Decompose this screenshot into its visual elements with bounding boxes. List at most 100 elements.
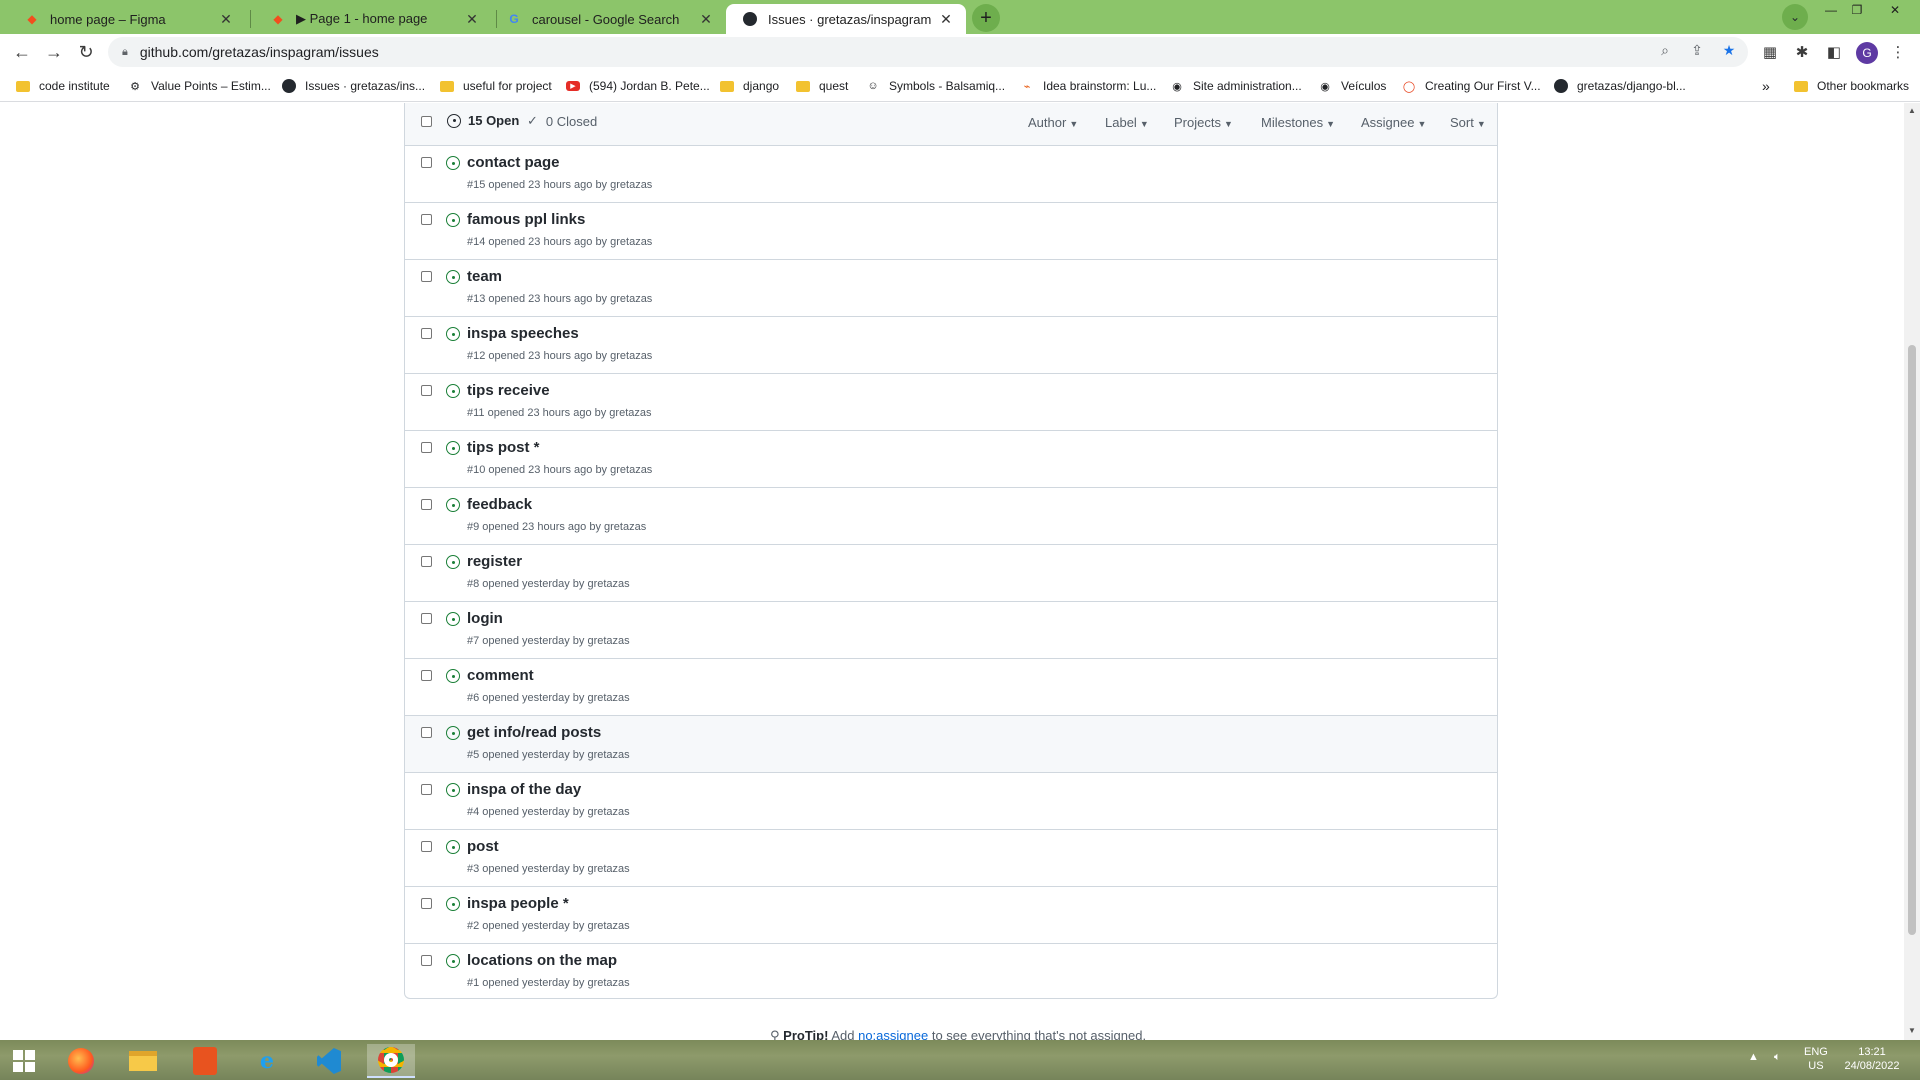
bookmark-django-blog[interactable]: gretazas/django-bl...	[1554, 76, 1686, 96]
issue-title-link[interactable]: team	[467, 268, 502, 285]
forward-button[interactable]: →	[42, 40, 66, 64]
issue-title-link[interactable]: famous ppl links	[467, 211, 585, 228]
issue-checkbox[interactable]	[421, 898, 432, 909]
issue-row[interactable]: tips post * #10 opened 23 hours ago by g…	[405, 431, 1497, 488]
issue-title-link[interactable]: contact page	[467, 154, 560, 171]
issue-row[interactable]: post #3 opened yesterday by gretazas	[405, 830, 1497, 887]
issue-checkbox[interactable]	[421, 841, 432, 852]
issue-row[interactable]: inspa people * #2 opened yesterday by gr…	[405, 887, 1497, 944]
sort-dropdown[interactable]: Sort ▼	[1450, 115, 1486, 130]
side-panel-icon[interactable]: ◧	[1824, 42, 1844, 62]
close-tab-icon[interactable]: ✕	[464, 11, 480, 27]
issue-checkbox[interactable]	[421, 613, 432, 624]
reload-button[interactable]: ↻	[74, 40, 98, 64]
bookmark-idea-brainstorm[interactable]: ⌁ Idea brainstorm: Lu...	[1020, 76, 1157, 96]
share-icon[interactable]: ⇪	[1688, 41, 1706, 59]
browser-tab-github-issues[interactable]: Issues · gretazas/inspagram ✕	[726, 4, 966, 34]
issue-title-link[interactable]: comment	[467, 667, 534, 684]
bookmark-site-administration[interactable]: ◉ Site administration...	[1170, 76, 1302, 96]
show-hidden-icons-chevron-icon[interactable]: ▲	[1748, 1050, 1759, 1064]
tab-search-button[interactable]: ⌄	[1782, 4, 1808, 30]
bookmark-balsamiq-symbols[interactable]: ☺ Symbols - Balsamiq...	[866, 76, 1005, 96]
internet-explorer-taskbar-icon[interactable]: e	[243, 1044, 291, 1078]
issue-checkbox[interactable]	[421, 214, 432, 225]
bookmark-youtube-jordan[interactable]: ▶ (594) Jordan B. Pete...	[566, 76, 710, 96]
issue-title-link[interactable]: post	[467, 838, 499, 855]
volume-icon[interactable]: 🔈︎	[1774, 1050, 1781, 1064]
author-filter-dropdown[interactable]: Author ▼	[1028, 115, 1078, 130]
browser-tab-figma-page1[interactable]: ◆ ▶ Page 1 - home page ✕	[254, 4, 492, 34]
bookmark-value-points[interactable]: ⚙ Value Points – Estim...	[128, 76, 271, 96]
close-tab-icon[interactable]: ✕	[218, 11, 234, 27]
lock-icon[interactable]: 🔒︎	[122, 46, 128, 59]
milestones-filter-dropdown[interactable]: Milestones ▼	[1261, 115, 1335, 130]
vscode-taskbar-icon[interactable]	[305, 1044, 353, 1078]
issue-checkbox[interactable]	[421, 328, 432, 339]
issue-checkbox[interactable]	[421, 955, 432, 966]
issue-title-link[interactable]: login	[467, 610, 503, 627]
issue-title-link[interactable]: register	[467, 553, 522, 570]
issue-row[interactable]: comment #6 opened yesterday by gretazas	[405, 659, 1497, 716]
file-explorer-taskbar-icon[interactable]	[119, 1044, 167, 1078]
bookmark-star-icon[interactable]: ★	[1720, 41, 1738, 59]
issue-title-link[interactable]: tips receive	[467, 382, 550, 399]
issue-checkbox[interactable]	[421, 499, 432, 510]
issue-row[interactable]: register #8 opened yesterday by gretazas	[405, 545, 1497, 602]
label-filter-dropdown[interactable]: Label ▼	[1105, 115, 1149, 130]
bookmark-code-institute[interactable]: code institute	[16, 76, 110, 96]
issue-title-link[interactable]: inspa of the day	[467, 781, 581, 798]
scroll-down-arrow-icon[interactable]: ▼	[1908, 1027, 1916, 1035]
issue-row[interactable]: team #13 opened 23 hours ago by gretazas	[405, 260, 1497, 317]
windows-start-button[interactable]	[0, 1044, 48, 1078]
system-clock[interactable]: 13:21 24/08/2022	[1842, 1045, 1902, 1073]
chrome-taskbar-icon[interactable]	[367, 1044, 415, 1078]
issue-row[interactable]: tips receive #11 opened 23 hours ago by …	[405, 374, 1497, 431]
projects-filter-dropdown[interactable]: Projects ▼	[1174, 115, 1233, 130]
no-assignee-link[interactable]: no:assignee	[858, 1028, 928, 1040]
closed-issues-tab[interactable]: ✓ 0 Closed	[527, 113, 597, 129]
bookmark-veiculos[interactable]: ◉ Veículos	[1318, 76, 1386, 96]
bookmark-creating-first[interactable]: ◯ Creating Our First V...	[1402, 76, 1541, 96]
issue-row[interactable]: login #7 opened yesterday by gretazas	[405, 602, 1497, 659]
close-tab-icon[interactable]: ✕	[938, 11, 954, 27]
close-tab-icon[interactable]: ✕	[698, 11, 714, 27]
assignee-filter-dropdown[interactable]: Assignee ▼	[1361, 115, 1426, 130]
scroll-up-arrow-icon[interactable]: ▲	[1908, 107, 1916, 115]
back-button[interactable]: ←	[10, 40, 34, 64]
open-issues-tab[interactable]: 15 Open	[447, 113, 519, 128]
issue-title-link[interactable]: locations on the map	[467, 952, 617, 969]
issue-checkbox[interactable]	[421, 784, 432, 795]
issue-title-link[interactable]: inspa people *	[467, 895, 569, 912]
issue-title-link[interactable]: tips post *	[467, 439, 540, 456]
close-window-button[interactable]: ✕	[1872, 0, 1918, 20]
extension-grid-icon[interactable]: ▦	[1760, 42, 1780, 62]
issue-title-link[interactable]: feedback	[467, 496, 532, 513]
bookmarks-overflow-chevron-icon[interactable]: »	[1762, 76, 1770, 96]
bookmark-other-bookmarks[interactable]: Other bookmarks	[1794, 76, 1909, 96]
scrollbar-thumb[interactable]	[1908, 345, 1916, 935]
issue-row[interactable]: locations on the map #1 opened yesterday…	[405, 944, 1497, 1001]
issue-checkbox[interactable]	[421, 727, 432, 738]
issue-row[interactable]: get info/read posts #5 opened yesterday …	[405, 716, 1497, 773]
firefox-taskbar-icon[interactable]	[57, 1044, 105, 1078]
office-taskbar-icon[interactable]	[181, 1044, 229, 1078]
zoom-icon[interactable]: ⌕	[1656, 41, 1674, 59]
bookmark-quest[interactable]: quest	[796, 76, 848, 96]
browser-tab-figma-home[interactable]: ◆ home page – Figma ✕	[8, 4, 246, 34]
issue-row[interactable]: feedback #9 opened 23 hours ago by greta…	[405, 488, 1497, 545]
new-tab-button[interactable]: +	[972, 4, 1000, 32]
issue-row[interactable]: inspa speeches #12 opened 23 hours ago b…	[405, 317, 1497, 374]
extensions-puzzle-icon[interactable]: ✱	[1792, 42, 1812, 62]
issue-checkbox[interactable]	[421, 670, 432, 681]
issue-title-link[interactable]: inspa speeches	[467, 325, 579, 342]
issue-checkbox[interactable]	[421, 556, 432, 567]
bookmark-django[interactable]: django	[720, 76, 779, 96]
bookmark-useful-for-project[interactable]: useful for project	[440, 76, 552, 96]
input-language-indicator[interactable]: ENG US	[1804, 1045, 1828, 1073]
issue-row[interactable]: inspa of the day #4 opened yesterday by …	[405, 773, 1497, 830]
browser-menu-icon[interactable]: ⋮	[1888, 42, 1908, 62]
bookmark-issues-gretazas[interactable]: Issues · gretazas/ins...	[282, 76, 425, 96]
issue-checkbox[interactable]	[421, 271, 432, 282]
select-all-checkbox[interactable]	[421, 116, 432, 127]
issue-checkbox[interactable]	[421, 442, 432, 453]
